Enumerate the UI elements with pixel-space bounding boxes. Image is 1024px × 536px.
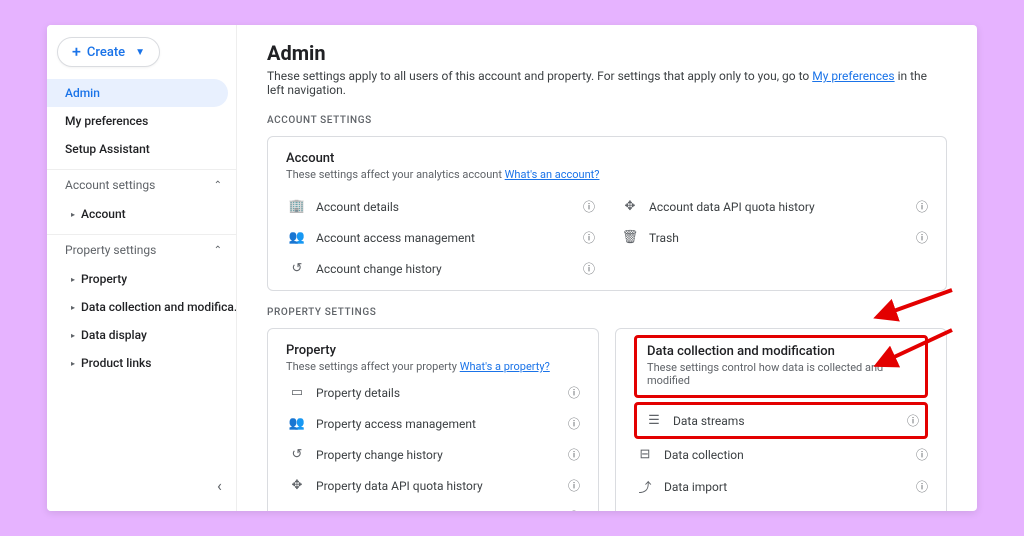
help-icon[interactable]: ⓘ (568, 415, 580, 432)
card-title: Data collection and modification (647, 344, 915, 359)
card-subtitle: These settings affect your analytics acc… (286, 168, 928, 181)
help-icon[interactable]: ⓘ (916, 510, 928, 511)
settings-row[interactable]: 🏢Account detailsⓘ (286, 191, 595, 222)
main-content: Admin These settings apply to all users … (237, 25, 977, 511)
sidebar-item-data-collection[interactable]: Data collection and modifica... (47, 293, 236, 321)
help-icon[interactable]: ⓘ (568, 446, 580, 463)
plus-icon: + (72, 44, 81, 60)
sidebar: + Create ▼ Admin My preferences Setup As… (47, 25, 237, 511)
create-button-label: Create (87, 45, 125, 60)
row-icon: ✥ (286, 478, 308, 493)
row-label: Property change history (308, 448, 568, 462)
row-icon: ⊟ (634, 447, 656, 462)
row-label: Scheduled emails (308, 510, 568, 512)
row-label: Data streams (665, 414, 907, 428)
settings-row[interactable]: 👥Account access managementⓘ (286, 222, 595, 253)
settings-row[interactable]: 👥Property access managementⓘ (286, 408, 580, 439)
row-label: Account access management (308, 231, 583, 245)
property-card: Property These settings affect your prop… (267, 328, 599, 511)
card-title: Account (286, 151, 928, 166)
row-icon: 🗑 (619, 230, 641, 245)
settings-row[interactable]: ✥Property data API quota historyⓘ (286, 470, 580, 501)
settings-row[interactable]: ✉Scheduled emailsⓘ (286, 501, 580, 511)
help-icon[interactable]: ⓘ (907, 412, 919, 429)
row-label: Account data API quota history (641, 200, 916, 214)
row-label: Account details (308, 200, 583, 214)
chevron-up-icon: ⌃ (214, 245, 222, 256)
account-card: Account These settings affect your analy… (267, 136, 947, 291)
help-icon[interactable]: ⓘ (568, 384, 580, 401)
settings-row[interactable]: ▭Property detailsⓘ (286, 377, 580, 408)
settings-row[interactable]: ⟲Data retentionⓘ (634, 503, 928, 511)
row-icon: ▭ (286, 385, 308, 400)
help-icon[interactable]: ⓘ (916, 198, 928, 215)
data-collection-header-highlight: Data collection and modification These s… (634, 335, 928, 398)
row-icon: ⤴ (634, 477, 656, 496)
sidebar-item-product-links[interactable]: Product links (47, 349, 236, 377)
help-icon[interactable]: ⓘ (583, 229, 595, 246)
sidebar-item-property[interactable]: Property (47, 265, 236, 293)
whats-an-account-link[interactable]: What's an account? (505, 168, 600, 181)
settings-row[interactable]: ⊟Data collectionⓘ (634, 439, 928, 470)
row-icon: ✥ (619, 199, 641, 214)
row-icon: 👥 (286, 230, 308, 245)
row-icon: ↺ (286, 261, 308, 276)
chevron-up-icon: ⌃ (214, 180, 222, 191)
data-collection-card: Data collection and modification These s… (615, 328, 947, 511)
settings-row[interactable]: 🗑Trashⓘ (619, 222, 928, 253)
settings-row[interactable]: ⤴Data importⓘ (634, 470, 928, 503)
settings-row[interactable]: ↺Account change historyⓘ (286, 253, 595, 284)
help-icon[interactable]: ⓘ (583, 198, 595, 215)
row-label: Data collection (656, 448, 916, 462)
collapse-sidebar-icon[interactable]: ‹ (217, 476, 222, 495)
whats-a-property-link[interactable]: What's a property? (460, 360, 550, 373)
row-label: Account change history (308, 262, 583, 276)
row-label: Trash (641, 231, 916, 245)
card-subtitle: These settings affect your property What… (286, 360, 580, 373)
sidebar-section-account-settings[interactable]: Account settings ⌃ (47, 169, 236, 200)
help-icon[interactable]: ⓘ (568, 477, 580, 494)
help-icon[interactable]: ⓘ (568, 508, 580, 511)
help-icon[interactable]: ⓘ (916, 229, 928, 246)
settings-row[interactable]: ☰Data streamsⓘ (643, 405, 919, 436)
settings-row[interactable]: ✥Account data API quota historyⓘ (619, 191, 928, 222)
section-label-property: PROPERTY SETTINGS (267, 307, 947, 318)
sidebar-item-setup[interactable]: Setup Assistant (47, 135, 236, 163)
card-title: Property (286, 343, 580, 358)
sidebar-item-admin[interactable]: Admin (47, 79, 228, 107)
row-icon: 👥 (286, 416, 308, 431)
settings-row[interactable]: ↺Property change historyⓘ (286, 439, 580, 470)
row-icon: 🏢 (286, 199, 308, 214)
sidebar-item-myprefs[interactable]: My preferences (47, 107, 236, 135)
help-icon[interactable]: ⓘ (583, 260, 595, 277)
page-description: These settings apply to all users of thi… (267, 69, 947, 97)
my-preferences-link[interactable]: My preferences (812, 69, 894, 83)
card-subtitle: These settings control how data is colle… (647, 361, 915, 387)
sidebar-item-data-display[interactable]: Data display (47, 321, 236, 349)
chevron-down-icon: ▼ (135, 47, 145, 58)
sidebar-item-account[interactable]: Account (47, 200, 236, 228)
row-label: Property access management (308, 417, 568, 431)
row-label: Property data API quota history (308, 479, 568, 493)
row-icon: ✉ (286, 509, 308, 511)
sidebar-section-label: Property settings (65, 243, 156, 257)
row-label: Data import (656, 480, 916, 494)
sidebar-section-label: Account settings (65, 178, 155, 192)
row-icon: ☰ (643, 413, 665, 428)
row-label: Property details (308, 386, 568, 400)
section-label-account: ACCOUNT SETTINGS (267, 115, 947, 126)
page-title: Admin (267, 41, 947, 65)
row-icon: ↺ (286, 447, 308, 462)
help-icon[interactable]: ⓘ (916, 478, 928, 495)
help-icon[interactable]: ⓘ (916, 446, 928, 463)
create-button[interactable]: + Create ▼ (57, 37, 160, 67)
sidebar-section-property-settings[interactable]: Property settings ⌃ (47, 234, 236, 265)
